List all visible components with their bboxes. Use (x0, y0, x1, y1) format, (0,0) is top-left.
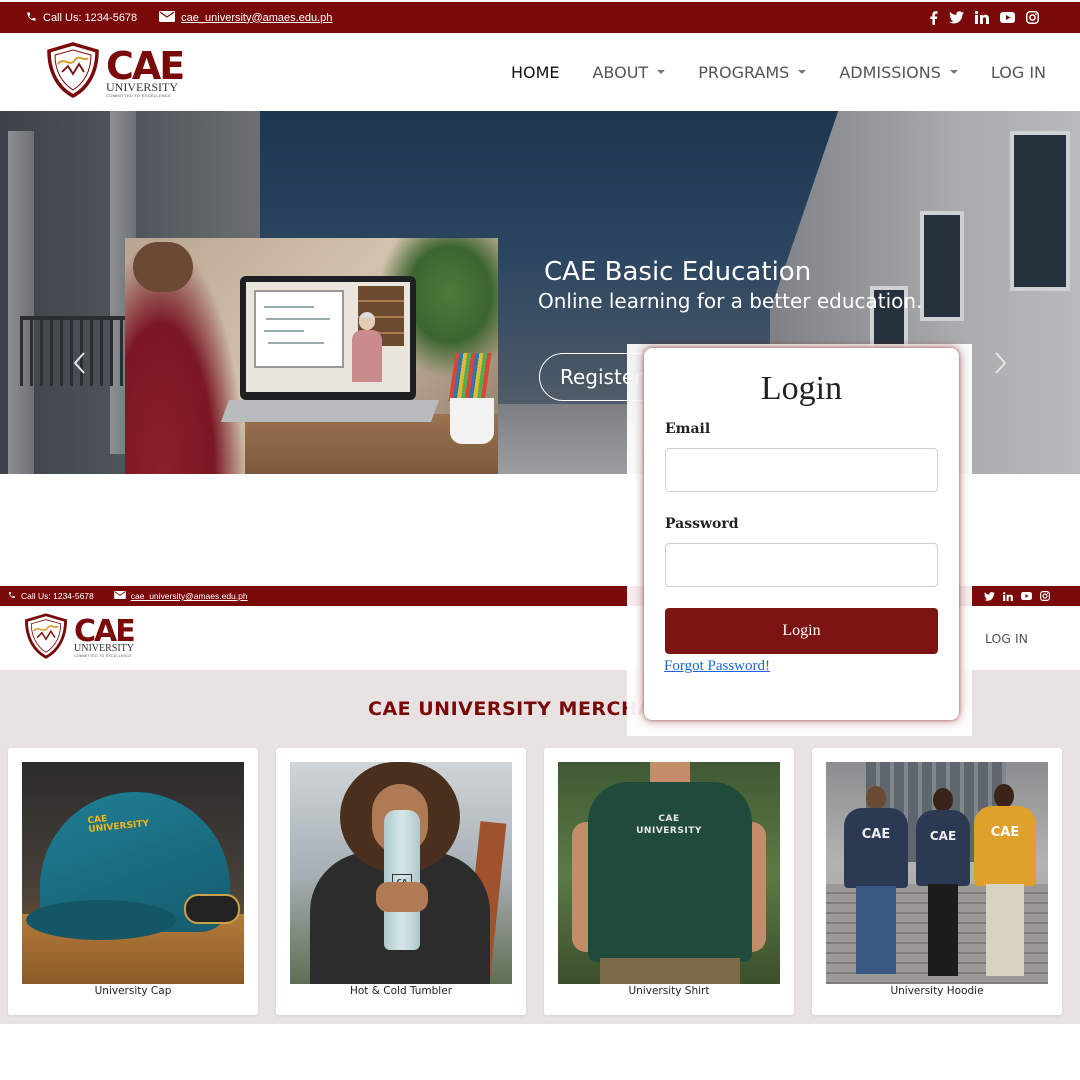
product-image-hoodie: CAE CAE CAE (826, 762, 1048, 984)
email-contact[interactable]: cae_university@amaes.edu.ph (113, 591, 248, 601)
product-image-shirt: CAE UNIVERSITY (558, 762, 780, 984)
instagram-icon[interactable] (1040, 591, 1050, 601)
login-submit-button[interactable]: Login (665, 608, 938, 654)
product-name: University Cap (94, 985, 172, 997)
email-link[interactable]: cae_university@amaes.edu.ph (131, 591, 248, 601)
youtube-icon[interactable] (1021, 592, 1032, 600)
email-contact[interactable]: cae_university@amaes.edu.ph (159, 10, 332, 25)
nav-login[interactable]: LOG IN (991, 63, 1046, 82)
product-card-hoodie[interactable]: CAE CAE CAE University Hoodie (812, 748, 1062, 1015)
nav-menu: HOME ABOUT PROGRAMS ADMISSIONS LOG IN (511, 63, 1046, 82)
brand-logo[interactable]: CAE UNIVERSITY COMMITTED TO EXCELLENCE (46, 41, 185, 103)
shirt-print-sub: UNIVERSITY (636, 826, 702, 836)
brand-tagline: COMMITTED TO EXCELLENCE (106, 92, 172, 98)
product-name: University Hoodie (890, 985, 984, 997)
brand-tagline: COMMITTED TO EXCELLENCE (74, 654, 132, 659)
facebook-icon[interactable] (929, 10, 938, 25)
carousel-prev-arrow[interactable] (70, 351, 90, 375)
phone-text: Call Us: 1234-5678 (43, 11, 138, 24)
chevron-left-icon (70, 351, 90, 375)
instagram-icon[interactable] (1026, 11, 1039, 24)
chevron-right-icon (990, 351, 1010, 375)
login-modal: Login Email Password Login Forgot Passwo… (644, 348, 959, 720)
main-navbar: CAE UNIVERSITY COMMITTED TO EXCELLENCE H… (0, 33, 1080, 111)
phone-contact[interactable]: Call Us: 1234-5678 (8, 591, 94, 601)
caret-down-icon (657, 70, 666, 74)
brand-wordmark: CAE UNIVERSITY COMMITTED TO EXCELLENCE (74, 617, 136, 659)
product-image-cap: CAE UNIVERSITY (22, 762, 244, 984)
shield-icon (46, 41, 100, 103)
email-field[interactable] (665, 448, 938, 492)
product-card-shirt[interactable]: CAE UNIVERSITY University Shirt (544, 748, 794, 1015)
shield-icon (24, 612, 68, 664)
twitter-icon[interactable] (984, 591, 995, 601)
nav-admissions[interactable]: ADMISSIONS (839, 63, 958, 82)
brand-logo[interactable]: CAE UNIVERSITY COMMITTED TO EXCELLENCE (24, 612, 136, 664)
social-links (929, 10, 1039, 25)
youtube-icon[interactable] (1000, 12, 1015, 23)
social-links (984, 591, 1050, 601)
email-label: Email (665, 421, 711, 437)
product-card-cap[interactable]: CAE UNIVERSITY University Cap (8, 748, 258, 1015)
envelope-icon (159, 10, 176, 25)
merch-section-title: CAE UNIVERSITY MERCHA (368, 698, 653, 720)
hero-subtitle: Online learning for a better education. (538, 289, 923, 313)
top-contact-bar: Call Us: 1234-5678 cae_university@amaes.… (0, 2, 1080, 33)
nav-programs[interactable]: PROGRAMS (698, 63, 807, 82)
contact-info: Call Us: 1234-5678 cae_university@amaes.… (26, 10, 354, 25)
twitter-icon[interactable] (949, 11, 964, 24)
contact-info: Call Us: 1234-5678 cae_university@amaes.… (8, 591, 268, 601)
brand-sub-text: UNIVERSITY (74, 643, 134, 655)
brand-sub-text: UNIVERSITY (106, 79, 178, 94)
forgot-password-link[interactable]: Forgot Password! (664, 658, 770, 675)
nav-about[interactable]: ABOUT (592, 63, 666, 82)
nav-login[interactable]: LOG IN (985, 631, 1028, 646)
phone-contact[interactable]: Call Us: 1234-5678 (26, 11, 137, 25)
password-field[interactable] (665, 543, 938, 587)
hoodie-print: CAE (861, 827, 891, 842)
brand-logo-text: CAE (106, 43, 185, 88)
product-name: University Shirt (628, 985, 710, 997)
caret-down-icon (798, 70, 807, 74)
nav-home[interactable]: HOME (511, 63, 560, 82)
linkedin-icon[interactable] (975, 11, 989, 24)
hoodie-print: CAE (990, 825, 1020, 840)
product-image-tumbler: CA (290, 762, 512, 984)
envelope-icon (113, 591, 126, 601)
hero-title: CAE Basic Education (544, 257, 812, 287)
email-link[interactable]: cae_university@amaes.edu.ph (181, 12, 332, 24)
shirt-print: CAE (658, 814, 680, 824)
product-card-tumbler[interactable]: CA Hot & Cold Tumbler (276, 748, 526, 1015)
product-name: Hot & Cold Tumbler (349, 985, 453, 997)
phone-text: Call Us: 1234-5678 (21, 591, 94, 601)
linkedin-icon[interactable] (1003, 591, 1013, 601)
hero-slide-image (125, 238, 498, 474)
password-label: Password (665, 516, 739, 532)
brand-wordmark: CAE UNIVERSITY COMMITTED TO EXCELLENCE (106, 43, 185, 98)
login-title: Login (760, 370, 843, 407)
carousel-next-arrow[interactable] (990, 351, 1010, 375)
hoodie-print: CAE (929, 829, 957, 843)
phone-icon (26, 11, 37, 25)
phone-icon (8, 591, 16, 601)
caret-down-icon (949, 70, 958, 74)
